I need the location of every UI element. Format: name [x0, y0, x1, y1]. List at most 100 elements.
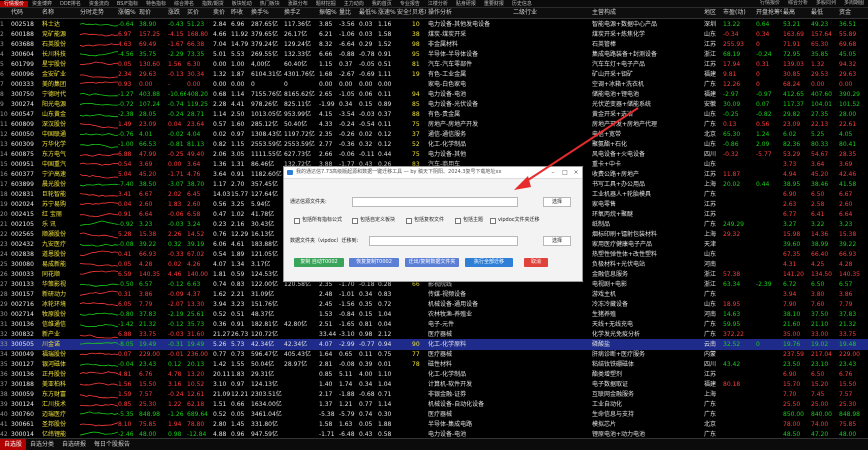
- intraday-sparkline: [80, 290, 118, 296]
- column-header-region[interactable]: 地区: [704, 8, 722, 18]
- top-tab-6[interactable]: 特色指标: [142, 1, 170, 7]
- top-tab-8[interactable]: 指数/期货: [198, 1, 228, 7]
- column-header-turnover[interactable]: 换手%: [251, 8, 283, 18]
- column-header-today[interactable]: 涨速%: [378, 8, 396, 18]
- top-tab-4[interactable]: 资金流向: [85, 1, 113, 7]
- bottom-tab-4[interactable]: 每日个股报告: [90, 439, 134, 450]
- dialog-title: 我的通达信7.73高级版起源和数据一键迁移工具 — by 稿天下阴阳、2024.…: [296, 169, 502, 175]
- column-header-lo[interactable]: 最低%: [359, 8, 377, 18]
- top-tab-17[interactable]: 贴身研报: [452, 1, 480, 7]
- intraday-sparkline: [80, 220, 118, 226]
- top-tab-bar: 行情报价 资金博弈 DDE排名 资金流向 BS/F指标 特色指标 综合排名 指数/期货 板块轮动…: [0, 0, 868, 8]
- column-header-pe[interactable]: 市盈(动): [723, 8, 755, 18]
- top-tab-12[interactable]: 题材挖掘: [312, 1, 340, 7]
- column-header-name[interactable]: 名称: [42, 8, 78, 18]
- dialog-titlebar: 我的通达信7.73高级版起源和数据一键迁移工具 — by 稿天下阴阳、2024.…: [284, 167, 582, 179]
- column-header-last[interactable]: 资金: [839, 8, 868, 18]
- column-header-sell[interactable]: 卖价: [213, 8, 230, 18]
- top-tab-18[interactable]: 重要财报: [480, 1, 508, 7]
- column-header-q[interactable]: 贝塔系数: [412, 8, 426, 18]
- intraday-sparkline: [80, 102, 118, 106]
- source-folder-input[interactable]: [352, 197, 518, 207]
- intraday-sparkline: [80, 51, 118, 57]
- column-header-concept[interactable]: 操作分析: [428, 8, 512, 18]
- top-tab-10[interactable]: 热门板块: [256, 1, 284, 7]
- intraday-sparkline: [80, 394, 118, 399]
- top-tab-11[interactable]: 涨跌分布: [284, 1, 312, 7]
- intraday-sparkline: [80, 324, 118, 328]
- top-right-tab-1[interactable]: 行情报价: [756, 0, 784, 7]
- option-checkbox-3[interactable]: [406, 218, 412, 224]
- column-header-spark[interactable]: 分时走势: [80, 8, 118, 18]
- column-header-change-pct[interactable]: 涨幅%: [118, 8, 138, 18]
- intraday-sparkline: [80, 61, 118, 66]
- top-right-tab-4[interactable]: 多周期图: [840, 0, 868, 7]
- app-icon: [287, 170, 293, 175]
- column-header-vr[interactable]: 量比: [339, 8, 358, 18]
- column-header-safe[interactable]: 安全分: [397, 8, 411, 18]
- top-tab-3[interactable]: DDE排名: [56, 1, 85, 7]
- browse-target-button[interactable]: 选择: [543, 236, 571, 246]
- option-label-4: 包括主题: [463, 217, 484, 223]
- action-button-5[interactable]: 取消: [524, 258, 548, 267]
- option-checkbox-2[interactable]: [352, 218, 358, 224]
- option-label-1: 包括所有指标公式: [302, 217, 343, 223]
- option-checkbox-4[interactable]: [455, 218, 461, 224]
- action-button-4[interactable]: 执行全部迁移: [465, 258, 513, 267]
- intraday-sparkline: [80, 143, 118, 149]
- bottom-tab-bar: 自选股 自选分类 自选研报 每日个股报告: [0, 438, 868, 450]
- top-right-tabs: 行情报价 综合分析 多股同列 多周期图: [756, 0, 868, 7]
- column-header-bid[interactable]: 买价: [187, 8, 212, 18]
- intraday-sparkline: [80, 23, 118, 27]
- column-header-main-concept[interactable]: 主营构成: [592, 8, 702, 18]
- column-header-low[interactable]: 最低: [811, 8, 838, 18]
- column-header-ind[interactable]: 二级行业: [513, 8, 591, 18]
- intraday-sparkline: [80, 133, 118, 136]
- column-header-open[interactable]: 开盘抢筹%: [756, 8, 782, 18]
- top-right-tab-3[interactable]: 多股同列: [812, 0, 840, 7]
- migration-dialog: 我的通达信7.73高级版起源和数据一键迁移工具 — by 稿天下阴阳、2024.…: [283, 166, 583, 282]
- column-header-turnover2[interactable]: 换手Z: [284, 8, 318, 18]
- column-header-high[interactable]: 最高: [783, 8, 810, 18]
- option-checkbox-1[interactable]: [294, 218, 300, 224]
- top-tab-2[interactable]: 资金博弈: [28, 1, 56, 7]
- close-icon[interactable]: ×: [571, 167, 581, 178]
- maximize-icon[interactable]: □: [560, 167, 570, 178]
- action-button-3[interactable]: 迁出/复制数据文件夹: [405, 258, 459, 267]
- column-header-code[interactable]: 代码: [11, 8, 41, 18]
- action-button-1[interactable]: 复制 自动T0002: [294, 258, 344, 267]
- intraday-sparkline: [80, 270, 118, 275]
- option-checkbox-5[interactable]: [490, 218, 496, 224]
- bottom-tab-2[interactable]: 自选分类: [26, 439, 58, 450]
- intraday-sparkline: [80, 283, 118, 287]
- top-tab-14[interactable]: 我的首页: [368, 1, 396, 7]
- action-button-2[interactable]: 恢复复制T0002: [349, 258, 399, 267]
- top-tab-15[interactable]: 专业报告: [396, 1, 424, 7]
- top-tab-13[interactable]: 主力动向: [340, 1, 368, 7]
- top-tab-5[interactable]: BS/F指标: [113, 1, 142, 7]
- top-right-tab-2[interactable]: 综合分析: [784, 0, 812, 7]
- target-folder-input[interactable]: [369, 236, 518, 246]
- intraday-sparkline: [80, 43, 118, 47]
- browse-source-button[interactable]: 选择: [543, 197, 571, 207]
- minimize-icon[interactable]: –: [548, 167, 558, 178]
- column-header-amp[interactable]: 振幅%: [319, 8, 338, 18]
- intraday-sparkline: [80, 174, 118, 179]
- top-tab-1[interactable]: 行情报价: [0, 1, 29, 7]
- column-header-prev[interactable]: 昨收: [231, 8, 250, 18]
- intraday-sparkline: [80, 334, 118, 339]
- top-tab-19[interactable]: 历史信息: [508, 1, 536, 7]
- intraday-sparkline: [80, 352, 118, 356]
- bottom-tab-3[interactable]: 自选研报: [58, 439, 90, 450]
- column-header-change[interactable]: 涨跌: [168, 8, 186, 18]
- intraday-sparkline: [80, 193, 118, 197]
- column-header-num[interactable]: [0, 8, 10, 18]
- top-tab-7[interactable]: 综合排名: [170, 1, 198, 7]
- top-tab-9[interactable]: 板块轮动: [228, 1, 256, 7]
- intraday-sparkline: [80, 250, 118, 257]
- intraday-sparkline: [80, 382, 118, 386]
- bottom-tab-1[interactable]: 自选股: [0, 439, 27, 450]
- top-tab-16[interactable]: 江楼分析: [424, 1, 452, 7]
- intraday-sparkline: [80, 302, 118, 307]
- column-header-price[interactable]: 现价: [139, 8, 167, 18]
